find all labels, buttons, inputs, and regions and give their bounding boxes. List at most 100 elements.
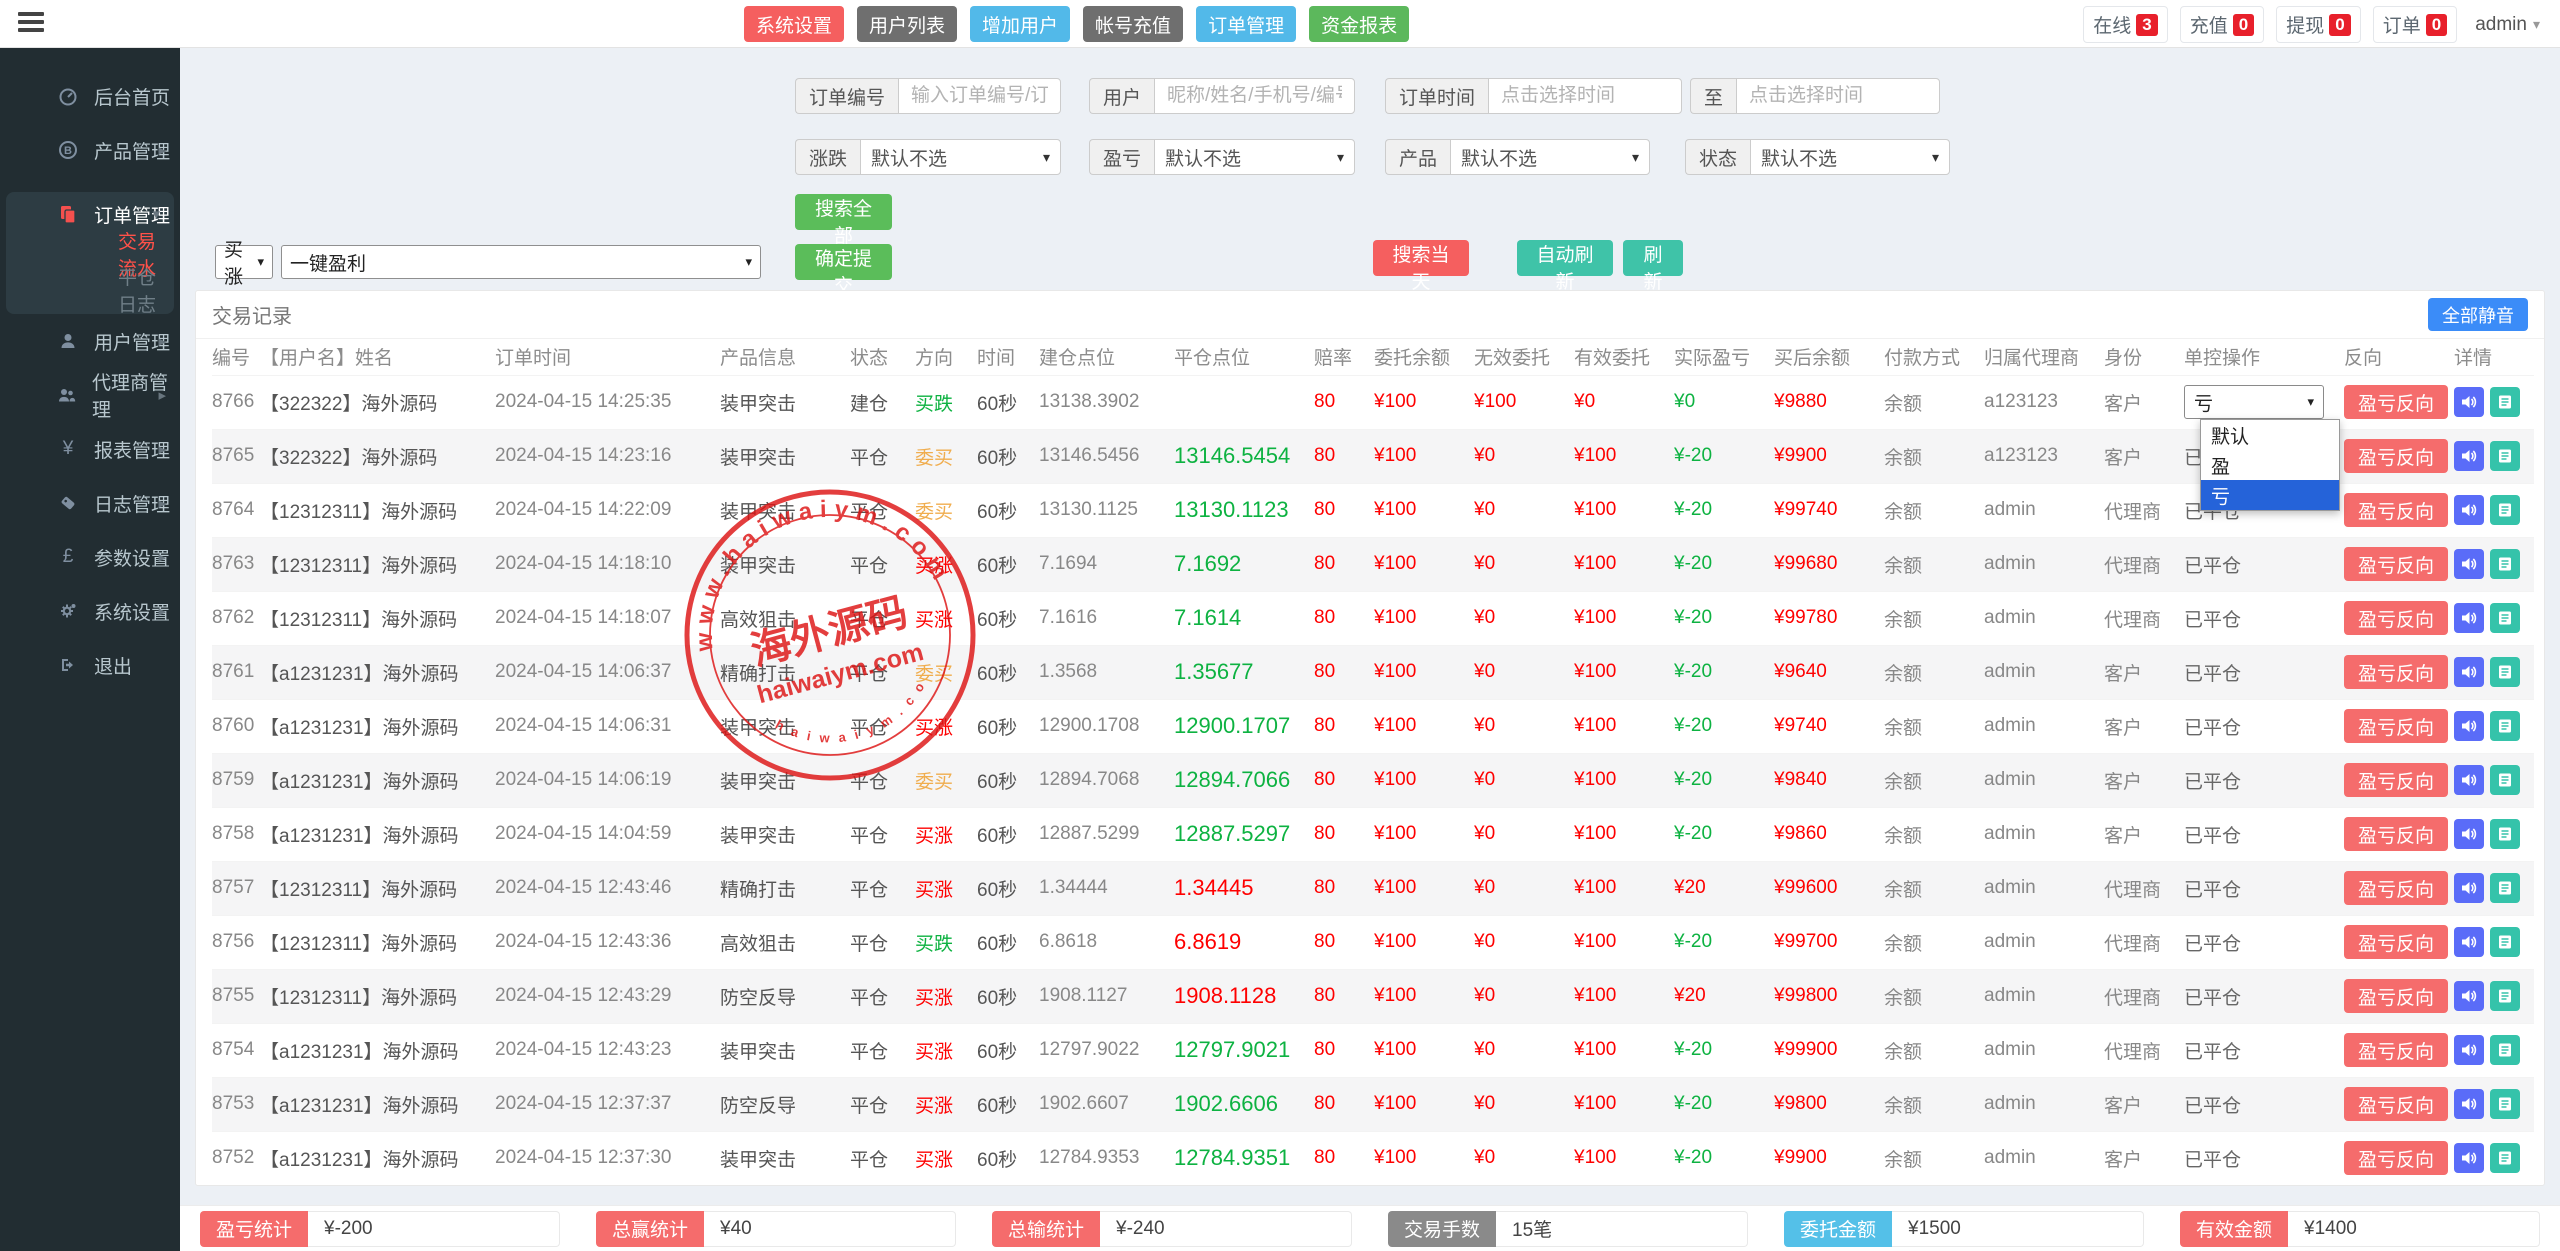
sidebar-item-logs[interactable]: 日志管理 ▸: [0, 476, 180, 530]
cell-direction: 买涨: [915, 699, 977, 753]
cell-control: 已平仓: [2184, 1023, 2344, 1077]
sidebar-item-dashboard[interactable]: 后台首页: [0, 69, 180, 123]
cell-valid: ¥100: [1574, 969, 1674, 1023]
status-select[interactable]: 默认不选 ▾: [1750, 139, 1950, 175]
sidebar-item-system[interactable]: 系统设置 ▸: [0, 584, 180, 638]
cell-valid: ¥100: [1574, 699, 1674, 753]
cell-detail: [2454, 753, 2534, 807]
dropdown-option[interactable]: 默认: [2201, 420, 2339, 450]
user-menu[interactable]: admin ▾: [2469, 10, 2546, 40]
top-nav-button[interactable]: 增加用户: [970, 6, 1070, 42]
detail-button[interactable]: [2490, 387, 2520, 417]
top-nav-button[interactable]: 帐号充值: [1083, 6, 1183, 42]
voice-button[interactable]: [2454, 873, 2484, 903]
mute-all-button[interactable]: 全部静音: [2428, 298, 2528, 331]
refresh-button[interactable]: 刷新: [1623, 240, 1683, 276]
sidebar-item-agents[interactable]: 代理商管理 ▸: [0, 368, 180, 422]
sidebar-item-reports[interactable]: ¥ 报表管理 ▸: [0, 422, 180, 476]
detail-button[interactable]: [2490, 603, 2520, 633]
profit-reverse-button[interactable]: 盈亏反向: [2344, 1033, 2448, 1067]
stat-counter[interactable]: 订单 0: [2373, 6, 2457, 43]
top-nav-button[interactable]: 订单管理: [1196, 6, 1296, 42]
submit-button[interactable]: 确定提交: [795, 244, 892, 280]
detail-button[interactable]: [2490, 1089, 2520, 1119]
profit-reverse-button[interactable]: 盈亏反向: [2344, 601, 2448, 635]
time-end-input[interactable]: [1736, 78, 1940, 114]
cell-invalid: ¥0: [1474, 645, 1574, 699]
detail-button[interactable]: [2490, 927, 2520, 957]
summary-value: ¥1500: [1892, 1211, 2144, 1247]
stat-counter[interactable]: 在线 3: [2083, 6, 2167, 43]
cell-status: 平仓: [850, 591, 915, 645]
time-start-input[interactable]: [1488, 78, 1682, 114]
rise-fall-select[interactable]: 默认不选 ▾: [860, 139, 1061, 175]
voice-button[interactable]: [2454, 387, 2484, 417]
bulk-direction-select[interactable]: 买涨 ▾: [215, 245, 273, 279]
voice-button[interactable]: [2454, 549, 2484, 579]
product-select[interactable]: 默认不选 ▾: [1450, 139, 1650, 175]
detail-button[interactable]: [2490, 1035, 2520, 1065]
detail-button[interactable]: [2490, 873, 2520, 903]
summary-chip: 总赢统计 ¥40: [596, 1211, 956, 1247]
detail-button[interactable]: [2490, 1143, 2520, 1173]
voice-button[interactable]: [2454, 819, 2484, 849]
profit-reverse-button[interactable]: 盈亏反向: [2344, 763, 2448, 797]
detail-button[interactable]: [2490, 819, 2520, 849]
sidebar-item-params[interactable]: £ 参数设置 ▸: [0, 530, 180, 584]
voice-button[interactable]: [2454, 495, 2484, 525]
detail-button[interactable]: [2490, 711, 2520, 741]
profit-reverse-button[interactable]: 盈亏反向: [2344, 439, 2448, 473]
sidebar-item-logout[interactable]: 退出: [0, 638, 180, 692]
profit-reverse-button[interactable]: 盈亏反向: [2344, 1087, 2448, 1121]
profit-reverse-button[interactable]: 盈亏反向: [2344, 493, 2448, 527]
sidebar-item-products[interactable]: B 产品管理 ▸: [0, 123, 180, 177]
top-nav-button[interactable]: 系统设置: [744, 6, 844, 42]
sidebar-subitem-close-log[interactable]: 平仓日志: [6, 272, 174, 308]
detail-button[interactable]: [2490, 765, 2520, 795]
voice-button[interactable]: [2454, 927, 2484, 957]
voice-button[interactable]: [2454, 711, 2484, 741]
dropdown-option[interactable]: 盈: [2201, 450, 2339, 480]
stat-counter[interactable]: 提现 0: [2276, 6, 2360, 43]
bulk-action-select[interactable]: 一键盈利 ▾: [281, 245, 761, 279]
voice-button[interactable]: [2454, 1143, 2484, 1173]
voice-button[interactable]: [2454, 1035, 2484, 1065]
dropdown-option[interactable]: 亏: [2201, 480, 2339, 510]
top-nav-button[interactable]: 资金报表: [1309, 6, 1409, 42]
voice-button[interactable]: [2454, 441, 2484, 471]
profit-reverse-button[interactable]: 盈亏反向: [2344, 925, 2448, 959]
profit-reverse-button[interactable]: 盈亏反向: [2344, 709, 2448, 743]
detail-button[interactable]: [2490, 549, 2520, 579]
sidebar-item-orders[interactable]: 订单管理 ▾: [6, 192, 174, 236]
search-all-button[interactable]: 搜索全部: [795, 194, 892, 230]
detail-button[interactable]: [2490, 657, 2520, 687]
voice-button[interactable]: [2454, 1089, 2484, 1119]
detail-button[interactable]: [2490, 981, 2520, 1011]
profit-reverse-button[interactable]: 盈亏反向: [2344, 547, 2448, 581]
profit-reverse-button[interactable]: 盈亏反向: [2344, 871, 2448, 905]
profit-reverse-button[interactable]: 盈亏反向: [2344, 817, 2448, 851]
cell-direction: 买涨: [915, 1077, 977, 1131]
select-value: 亏: [2194, 389, 2213, 416]
top-nav-button[interactable]: 用户列表: [857, 6, 957, 42]
detail-button[interactable]: [2490, 441, 2520, 471]
profit-reverse-button[interactable]: 盈亏反向: [2344, 1141, 2448, 1175]
profit-select[interactable]: 默认不选 ▾: [1154, 139, 1355, 175]
profit-reverse-button[interactable]: 盈亏反向: [2344, 385, 2448, 419]
control-select[interactable]: 亏 ▾: [2184, 385, 2324, 419]
detail-button[interactable]: [2490, 495, 2520, 525]
voice-button[interactable]: [2454, 765, 2484, 795]
user-search-input[interactable]: [1154, 78, 1355, 114]
cell-detail: [2454, 1131, 2534, 1185]
profit-reverse-button[interactable]: 盈亏反向: [2344, 655, 2448, 689]
profit-reverse-button[interactable]: 盈亏反向: [2344, 979, 2448, 1013]
order-no-input[interactable]: [898, 78, 1061, 114]
voice-button[interactable]: [2454, 981, 2484, 1011]
voice-button[interactable]: [2454, 657, 2484, 687]
stat-counter[interactable]: 充值 0: [2180, 6, 2264, 43]
menu-toggle-icon[interactable]: [18, 12, 44, 34]
search-today-button[interactable]: 搜索当天: [1373, 240, 1469, 276]
sidebar-item-users[interactable]: 用户管理 ▸: [0, 314, 180, 368]
auto-refresh-button[interactable]: 自动刷新: [1517, 240, 1613, 276]
voice-button[interactable]: [2454, 603, 2484, 633]
